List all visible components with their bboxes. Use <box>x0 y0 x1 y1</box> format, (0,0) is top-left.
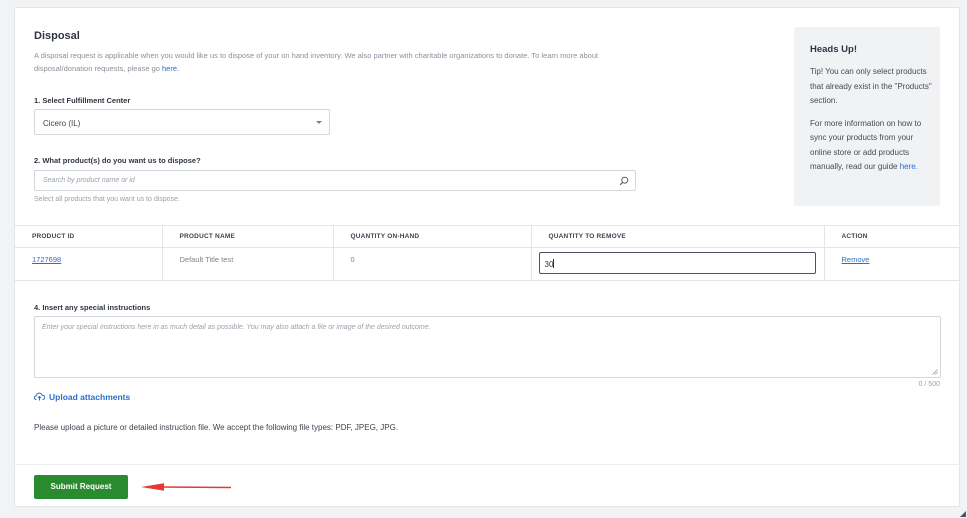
header-product-name: PRODUCT NAME <box>162 225 334 248</box>
upload-cloud-icon <box>34 392 45 401</box>
product-search-placeholder: Search by product name or id <box>43 177 135 184</box>
header-product-id: PRODUCT ID <box>15 225 163 248</box>
fulfillment-center-value: Cicero (IL) <box>43 119 81 128</box>
product-search-input[interactable]: Search by product name or id <box>34 170 636 191</box>
annotation-arrow-icon <box>141 483 232 491</box>
tip-text: Tip! You can only select products that a… <box>810 67 932 105</box>
fulfillment-center-label: 1. Select Fulfillment Center <box>34 96 131 105</box>
instructions-placeholder: Enter your special instructions here in … <box>42 324 431 331</box>
character-counter: 0 / 500 <box>918 381 940 388</box>
tip-panel: Heads Up! Tip! You can only select produ… <box>794 27 940 206</box>
page-title: Disposal <box>34 30 80 42</box>
header-quantity-on-hand: QUANTITY ON-HAND <box>333 225 532 248</box>
remove-link[interactable]: Remove <box>842 255 870 264</box>
guide-link[interactable]: here. <box>900 162 918 171</box>
text-caret <box>553 259 555 268</box>
table-row: 1727698 Default Title test 0 30 Remove <box>15 247 960 281</box>
cell-action: Remove <box>824 248 960 281</box>
header-action: ACTION <box>824 225 960 248</box>
search-icon[interactable] <box>619 176 629 186</box>
learn-more-link[interactable]: here. <box>162 64 179 73</box>
instructions-textarea[interactable]: Enter your special instructions here in … <box>34 316 941 378</box>
upload-attachments-button[interactable]: Upload attachments <box>34 392 130 402</box>
quantity-to-remove-input[interactable]: 30 <box>538 252 816 274</box>
tip-guide-text: For more information on how to sync your… <box>810 117 934 175</box>
cell-quantity-on-hand: 0 <box>333 247 532 281</box>
resize-corner-icon <box>960 511 966 517</box>
description: A disposal request is applicable when yo… <box>34 49 644 75</box>
products-table: PRODUCT ID PRODUCT NAME QUANTITY ON-HAND… <box>15 225 960 281</box>
submit-request-button[interactable]: Submit Request <box>34 475 128 499</box>
products-label: 2. What product(s) do you want us to dis… <box>34 156 201 165</box>
resize-grip-icon[interactable] <box>932 369 938 375</box>
cell-product-id: 1727698 <box>15 247 163 281</box>
product-id-link[interactable]: 1727698 <box>32 255 61 264</box>
cell-quantity-to-remove: 30 <box>531 247 825 281</box>
tip-heading: Heads Up! <box>810 44 857 55</box>
cell-product-name: Default Title test <box>162 247 334 281</box>
table-header-row: PRODUCT ID PRODUCT NAME QUANTITY ON-HAND… <box>15 225 960 248</box>
description-text: A disposal request is applicable when yo… <box>34 51 599 73</box>
quantity-to-remove-value: 30 <box>544 260 554 269</box>
fulfillment-center-select[interactable]: Cicero (IL) <box>34 109 330 135</box>
instructions-label: 4. Insert any special instructions <box>34 303 151 312</box>
product-search-help: Select all products that you want us to … <box>34 196 180 203</box>
upload-attachments-label: Upload attachments <box>49 392 131 402</box>
footer-divider <box>15 464 960 465</box>
disposal-card: Disposal A disposal request is applicabl… <box>14 7 960 507</box>
header-quantity-to-remove: QUANTITY TO REMOVE <box>531 225 825 248</box>
chevron-down-icon <box>316 121 322 124</box>
upload-note: Please upload a picture or detailed inst… <box>34 423 399 432</box>
